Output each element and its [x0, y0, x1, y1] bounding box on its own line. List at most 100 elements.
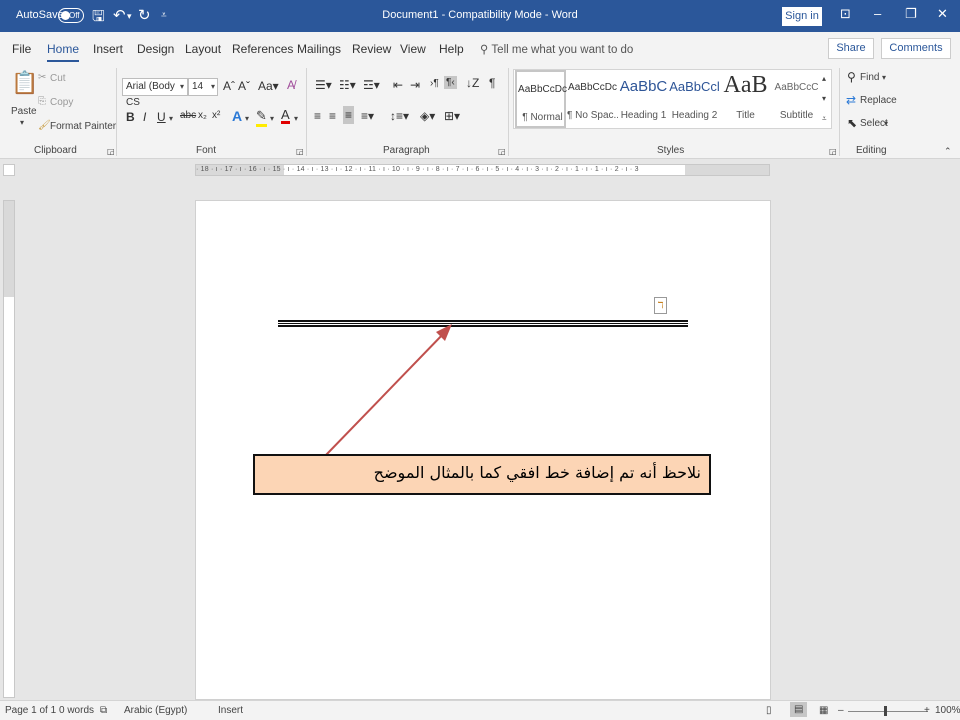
- italic-icon[interactable]: I: [143, 110, 146, 124]
- zoom-level[interactable]: 100%: [935, 705, 960, 716]
- select-dropdown-icon[interactable]: ▾: [884, 119, 888, 128]
- styles-scroll-up-icon[interactable]: ▴: [822, 74, 826, 83]
- zoom-slider[interactable]: [848, 711, 928, 712]
- subscript-icon[interactable]: x₂: [198, 110, 207, 121]
- style-title[interactable]: AaB Title: [720, 70, 771, 128]
- tab-layout[interactable]: Layout: [185, 42, 221, 56]
- show-formatting-icon[interactable]: ¶: [489, 76, 495, 90]
- clipboard-launcher-icon[interactable]: ◲: [107, 147, 115, 156]
- read-mode-icon[interactable]: ▯: [766, 705, 772, 716]
- paste-dropdown-icon[interactable]: ▾: [20, 118, 24, 127]
- style-subtitle[interactable]: AaBbCcC Subtitle: [771, 70, 822, 128]
- sign-in-button[interactable]: Sign in: [782, 7, 822, 26]
- style-heading-1[interactable]: AaBbC Heading 1: [618, 70, 669, 128]
- comments-button[interactable]: Comments: [881, 38, 951, 59]
- cut-button[interactable]: Cut: [50, 73, 66, 84]
- sort-icon[interactable]: ↓Z: [466, 76, 479, 90]
- format-painter-icon[interactable]: 🖌: [38, 120, 51, 131]
- share-button[interactable]: Share: [828, 38, 874, 59]
- strikethrough-icon[interactable]: abc: [180, 110, 196, 121]
- document-page[interactable]: [195, 200, 771, 700]
- tab-file[interactable]: File: [12, 42, 31, 56]
- font-size-dropdown-icon[interactable]: ▾: [211, 82, 215, 91]
- bullets-icon[interactable]: ☰▾: [315, 78, 332, 92]
- style-normal[interactable]: AaBbCcDc ¶ Normal: [515, 70, 567, 128]
- highlight-icon[interactable]: ✎: [256, 108, 267, 127]
- select-icon[interactable]: ⬉: [847, 116, 857, 130]
- cut-icon[interactable]: ✂: [38, 72, 46, 83]
- underline-icon[interactable]: U: [157, 110, 166, 124]
- underline-dropdown-icon[interactable]: ▾: [169, 114, 173, 123]
- borders-icon[interactable]: ⊞▾: [444, 109, 460, 123]
- tab-selector-button[interactable]: [3, 164, 15, 176]
- change-case-icon[interactable]: Aa▾: [258, 79, 279, 93]
- multilevel-list-icon[interactable]: ☲▾: [363, 78, 380, 92]
- copy-icon[interactable]: ⎘: [38, 96, 46, 107]
- paragraph-launcher-icon[interactable]: ◲: [498, 147, 506, 156]
- grow-font-icon[interactable]: Aˆ: [223, 79, 235, 93]
- insert-mode-status[interactable]: Insert: [218, 705, 243, 716]
- tab-insert[interactable]: Insert: [93, 42, 123, 56]
- format-painter-button[interactable]: Format Painter: [50, 121, 116, 132]
- find-dropdown-icon[interactable]: ▾: [882, 73, 886, 82]
- font-color-icon[interactable]: A: [281, 108, 290, 124]
- zoom-slider-thumb[interactable]: [884, 706, 887, 716]
- tell-me-search[interactable]: ⚲ Tell me what you want to do: [480, 42, 633, 56]
- ribbon-display-icon[interactable]: ⊡: [840, 6, 851, 22]
- word-count[interactable]: 0 words: [59, 705, 94, 716]
- print-layout-icon[interactable]: ▤: [790, 702, 808, 717]
- align-right-icon[interactable]: ≡: [343, 106, 355, 124]
- tab-home[interactable]: Home: [47, 42, 80, 62]
- align-left-icon[interactable]: ≡: [314, 109, 321, 123]
- text-effects-icon[interactable]: A: [232, 108, 242, 124]
- autoformat-options-icon[interactable]: ℸ: [654, 297, 667, 314]
- language-status[interactable]: Arabic (Egypt): [124, 705, 187, 716]
- font-name-dropdown-icon[interactable]: ▾: [180, 82, 184, 91]
- numbering-icon[interactable]: ☷▾: [339, 78, 356, 92]
- tab-view[interactable]: View: [400, 42, 426, 56]
- proofing-icon[interactable]: ⧉: [100, 705, 107, 716]
- highlight-dropdown-icon[interactable]: ▾: [270, 114, 274, 123]
- increase-indent-icon[interactable]: ⇥: [410, 78, 420, 92]
- style-no-spacing[interactable]: AaBbCcDc ¶ No Spac...: [567, 70, 618, 128]
- horizontal-ruler[interactable]: · 18 · ı · 17 · ı · 16 · ı · 15 · ı · 14…: [195, 164, 770, 176]
- font-color-dropdown-icon[interactable]: ▾: [294, 114, 298, 123]
- close-icon[interactable]: ✕: [937, 6, 948, 22]
- font-name-box[interactable]: Arial (Body CS: [122, 78, 188, 108]
- replace-icon[interactable]: ⇄: [846, 93, 856, 107]
- rtl-direction-icon[interactable]: ¶‹: [444, 76, 457, 89]
- zoom-out-icon[interactable]: –: [838, 705, 844, 716]
- line-spacing-icon[interactable]: ↕≡▾: [390, 109, 409, 123]
- tab-review[interactable]: Review: [352, 42, 391, 56]
- tab-design[interactable]: Design: [137, 42, 174, 56]
- zoom-in-icon[interactable]: +: [924, 705, 930, 716]
- clear-formatting-icon[interactable]: A̸: [287, 78, 295, 92]
- find-button[interactable]: Find: [860, 72, 879, 83]
- shrink-font-icon[interactable]: Aˇ: [238, 79, 250, 93]
- tab-references[interactable]: References: [232, 42, 293, 56]
- collapse-ribbon-icon[interactable]: ⌃: [944, 146, 952, 157]
- tab-help[interactable]: Help: [439, 42, 464, 56]
- font-launcher-icon[interactable]: ◲: [296, 147, 304, 156]
- shading-icon[interactable]: ◈▾: [420, 109, 435, 123]
- web-layout-icon[interactable]: ▦: [819, 705, 828, 716]
- align-center-icon[interactable]: ≡: [329, 109, 336, 123]
- styles-scroll-down-icon[interactable]: ▾: [822, 94, 826, 103]
- paste-button[interactable]: Paste: [11, 106, 37, 117]
- page-count[interactable]: Page 1 of 1: [5, 705, 56, 716]
- find-icon[interactable]: ⚲: [847, 70, 856, 84]
- minimize-icon[interactable]: –: [874, 6, 881, 21]
- style-heading-2[interactable]: AaBbCcl Heading 2: [669, 70, 720, 128]
- decrease-indent-icon[interactable]: ⇤: [393, 78, 403, 92]
- superscript-icon[interactable]: x²: [212, 110, 220, 121]
- replace-button[interactable]: Replace: [860, 95, 897, 106]
- restore-icon[interactable]: ❐: [905, 6, 917, 22]
- styles-more-icon[interactable]: ⩡: [822, 114, 827, 124]
- vertical-ruler[interactable]: [3, 200, 15, 698]
- copy-button[interactable]: Copy: [50, 97, 73, 108]
- ltr-direction-icon[interactable]: ›¶: [430, 78, 439, 89]
- styles-launcher-icon[interactable]: ◲: [829, 147, 837, 156]
- justify-icon[interactable]: ≡▾: [361, 109, 374, 123]
- tab-mailings[interactable]: Mailings: [297, 42, 341, 56]
- bold-icon[interactable]: B: [126, 110, 135, 124]
